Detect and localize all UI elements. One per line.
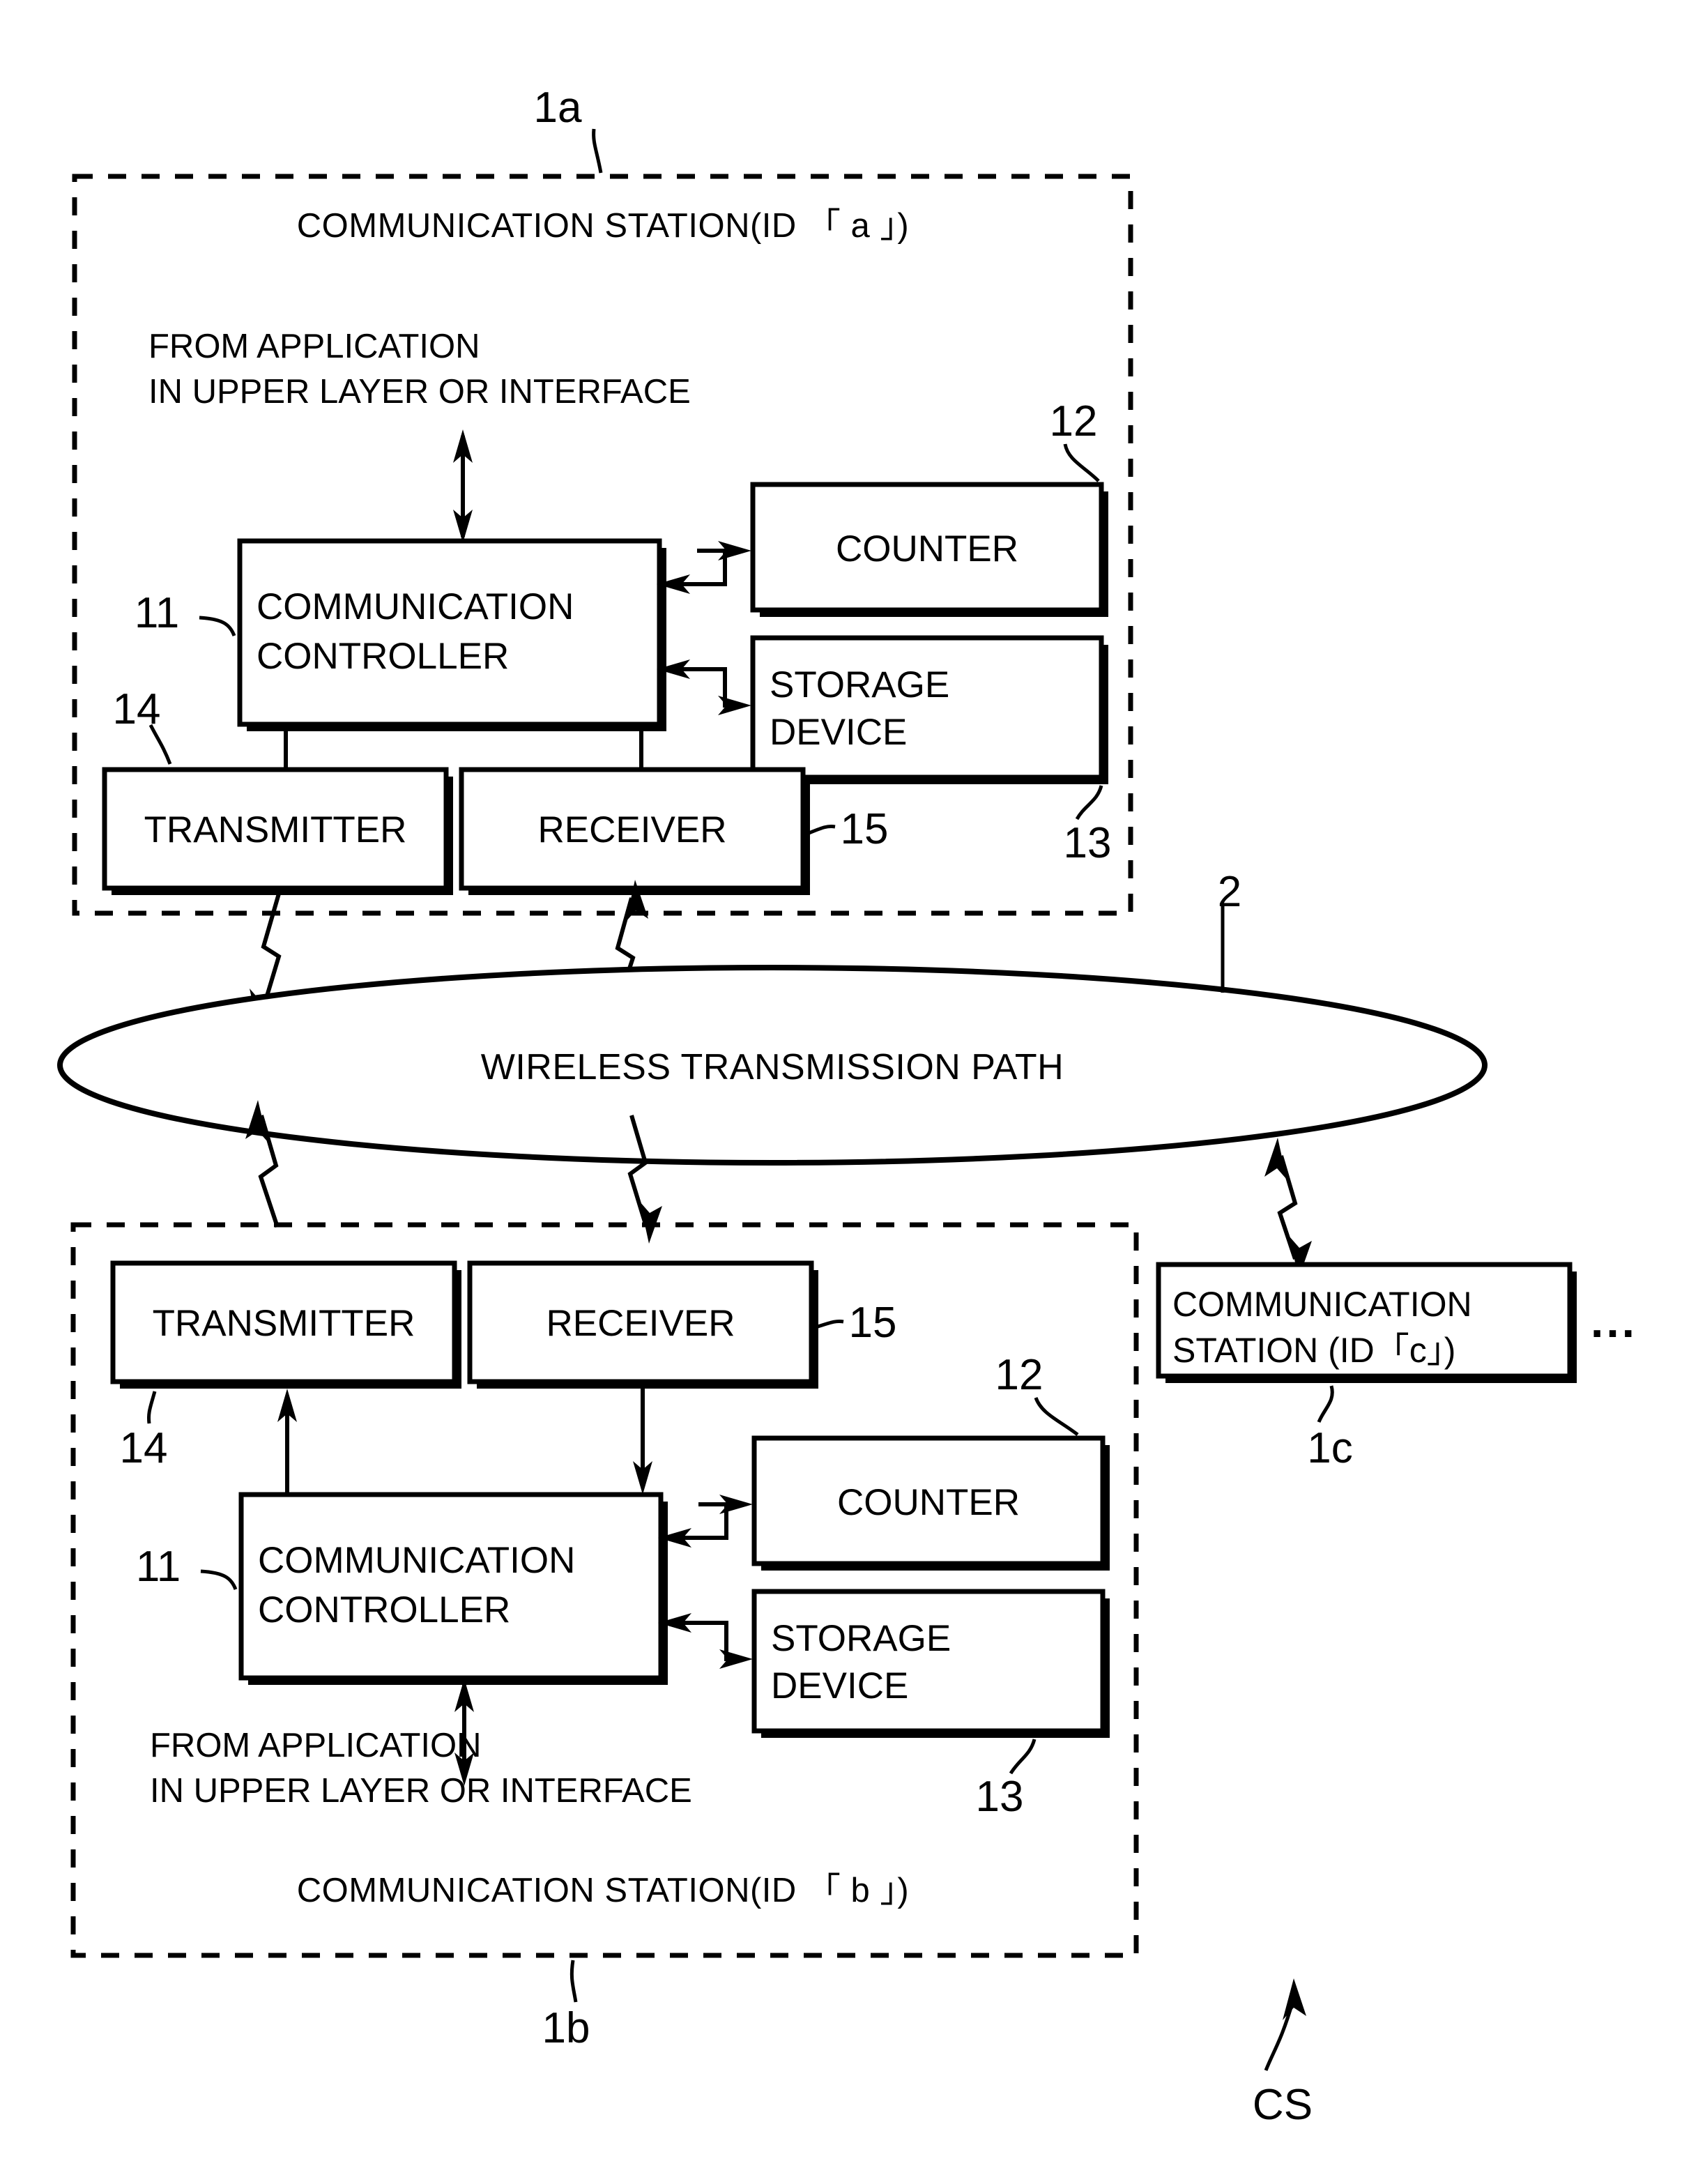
- station-b-receiver-ref: 15: [849, 1299, 897, 1347]
- station-a-controller-fill: [240, 541, 659, 724]
- station-b-storage-label-line1: STORAGE: [771, 1618, 951, 1659]
- station-b-title: COMMUNICATION STATION(ID 「 b 」): [297, 1872, 909, 1909]
- station-a-controller-ref: 11: [135, 589, 179, 637]
- system-ref-label: CS: [1253, 2081, 1313, 2129]
- station-b-controller-ref: 11: [136, 1543, 181, 1591]
- station-a-controller-label-line2: CONTROLLER: [257, 636, 509, 677]
- station-a-counter-label: COUNTER: [836, 528, 1018, 570]
- station-b-leader-line: [569, 1960, 578, 2003]
- station-a-transmitter-ref: 14: [113, 685, 161, 733]
- station-b-counter-leader: [1034, 1397, 1079, 1436]
- station-b-receiver-label: RECEIVER: [546, 1303, 735, 1344]
- station-b-ref-label: 1b: [542, 2004, 590, 2052]
- station-a-controller-leader: [199, 616, 236, 636]
- station-b-controller-leader: [200, 1569, 238, 1590]
- station-c-leader-line: [1317, 1385, 1334, 1423]
- station-a-leader-line: [592, 128, 603, 174]
- patent-figure: 1a COMMUNICATION STATION(ID 「 a 」) FROM …: [0, 0, 1705, 2184]
- station-a-storage-label-line1: STORAGE: [770, 664, 949, 705]
- station-a-storage-label-line2: DEVICE: [770, 712, 907, 753]
- station-a-transmitter-label: TRANSMITTER: [144, 809, 407, 850]
- station-a-receiver-label: RECEIVER: [538, 809, 727, 850]
- station-a-storage-fill: [753, 638, 1101, 777]
- station-a-title: COMMUNICATION STATION(ID 「 a 」): [297, 207, 909, 245]
- figure-canvas: 1a COMMUNICATION STATION(ID 「 a 」) FROM …: [57, 84, 1637, 2129]
- station-b-transmitter-ref: 14: [120, 1424, 168, 1472]
- station-b-counter-label: COUNTER: [837, 1482, 1020, 1523]
- station-c-ref-label: 1c: [1307, 1424, 1352, 1472]
- station-b-upper-layer-note-line1: FROM APPLICATION: [150, 1727, 482, 1764]
- station-b-controller-label-line2: CONTROLLER: [258, 1589, 510, 1631]
- station-a-receiver-leader: [806, 825, 836, 836]
- transmission-path-ref: 2: [1218, 868, 1241, 916]
- station-a-counter-leader: [1063, 443, 1100, 482]
- station-b-storage-fill: [754, 1591, 1103, 1731]
- station-a-upper-layer-note-line1: FROM APPLICATION: [148, 328, 480, 365]
- station-b-upper-layer-note-line2: IN UPPER LAYER OR INTERFACE: [150, 1772, 692, 1810]
- station-b-counter-ref: 12: [995, 1351, 1043, 1399]
- station-c-label-line2: STATION (ID「c」): [1172, 1331, 1455, 1370]
- station-a-ref-label: 1a: [534, 84, 582, 132]
- station-a-storage-leader: [1075, 785, 1103, 820]
- station-b-storage-leader: [1009, 1739, 1037, 1775]
- station-a-controller-label-line1: COMMUNICATION: [257, 586, 574, 627]
- station-a-counter-ref: 12: [1050, 397, 1098, 445]
- system-leader-arrow: [1283, 1978, 1306, 2020]
- station-b-transmitter-leader: [147, 1391, 157, 1424]
- station-b-storage-ref: 13: [976, 1773, 1024, 1821]
- station-b-controller-fill: [241, 1495, 661, 1678]
- wireless-transmission-path-label: WIRELESS TRANSMISSION PATH: [481, 1047, 1064, 1087]
- station-c-ellipsis: ...: [1591, 1295, 1637, 1347]
- station-c-label-line1: COMMUNICATION: [1172, 1285, 1472, 1324]
- station-a-upper-layer-note-line2: IN UPPER LAYER OR INTERFACE: [148, 373, 691, 411]
- station-b-storage-label-line2: DEVICE: [771, 1665, 908, 1706]
- station-b-receiver-leader: [815, 1320, 844, 1329]
- station-a-storage-ref: 13: [1064, 819, 1112, 867]
- station-b-controller-label-line1: COMMUNICATION: [258, 1540, 575, 1581]
- station-a-receiver-ref: 15: [841, 805, 889, 853]
- station-b-transmitter-label: TRANSMITTER: [153, 1303, 415, 1344]
